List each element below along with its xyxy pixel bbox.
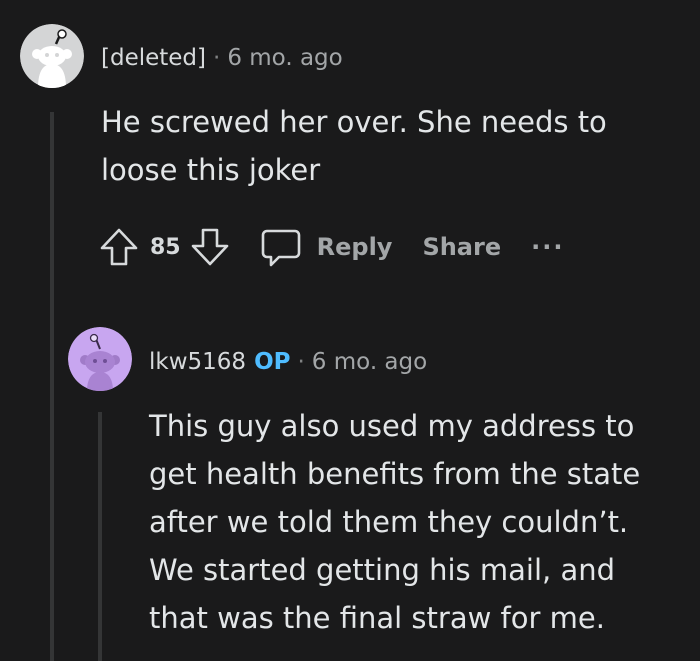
comment-body-line: loose this joker	[101, 153, 321, 187]
comment-bubble-icon[interactable]	[259, 225, 303, 269]
comment-body-line: get health benefits from the state	[149, 457, 641, 491]
reddit-snoo-avatar-icon	[20, 24, 84, 88]
meta-separator: ·	[213, 45, 221, 71]
more-options-icon[interactable]: ···	[531, 233, 564, 261]
thread-collapse-line[interactable]	[50, 112, 54, 661]
comment-body: He screwed her over. She needs to loose …	[101, 98, 607, 194]
username[interactable]: [deleted]	[101, 45, 206, 71]
comment-meta: lkw5168 OP · 6 mo. ago	[149, 348, 427, 376]
thread-collapse-line[interactable]	[98, 412, 102, 661]
reply-button[interactable]: Reply	[317, 233, 393, 261]
timestamp[interactable]: 6 mo. ago	[312, 349, 427, 375]
upvote-icon[interactable]	[98, 226, 140, 268]
comment-body: This guy also used my address to get hea…	[149, 402, 640, 642]
share-button[interactable]: Share	[422, 233, 501, 261]
timestamp[interactable]: 6 mo. ago	[227, 45, 342, 71]
comment-body-line: He screwed her over. She needs to	[101, 105, 607, 139]
avatar[interactable]	[20, 24, 84, 88]
comment-body-line: that was the final straw for me.	[149, 601, 605, 635]
reddit-snoo-avatar-icon	[68, 327, 132, 391]
avatar[interactable]	[68, 327, 132, 391]
comment-body-line: after we told them they couldn’t.	[149, 505, 629, 539]
meta-separator: ·	[297, 349, 305, 375]
downvote-icon[interactable]	[189, 226, 231, 268]
comment-actions: 85 Reply Share ···	[98, 223, 564, 271]
username[interactable]: lkw5168	[149, 349, 246, 375]
comment-body-line: We started getting his mail, and	[149, 553, 615, 587]
comment-meta: [deleted] · 6 mo. ago	[101, 44, 343, 72]
comment-body-line: This guy also used my address to	[149, 409, 635, 443]
vote-count: 85	[150, 234, 181, 260]
op-badge: OP	[254, 349, 291, 375]
